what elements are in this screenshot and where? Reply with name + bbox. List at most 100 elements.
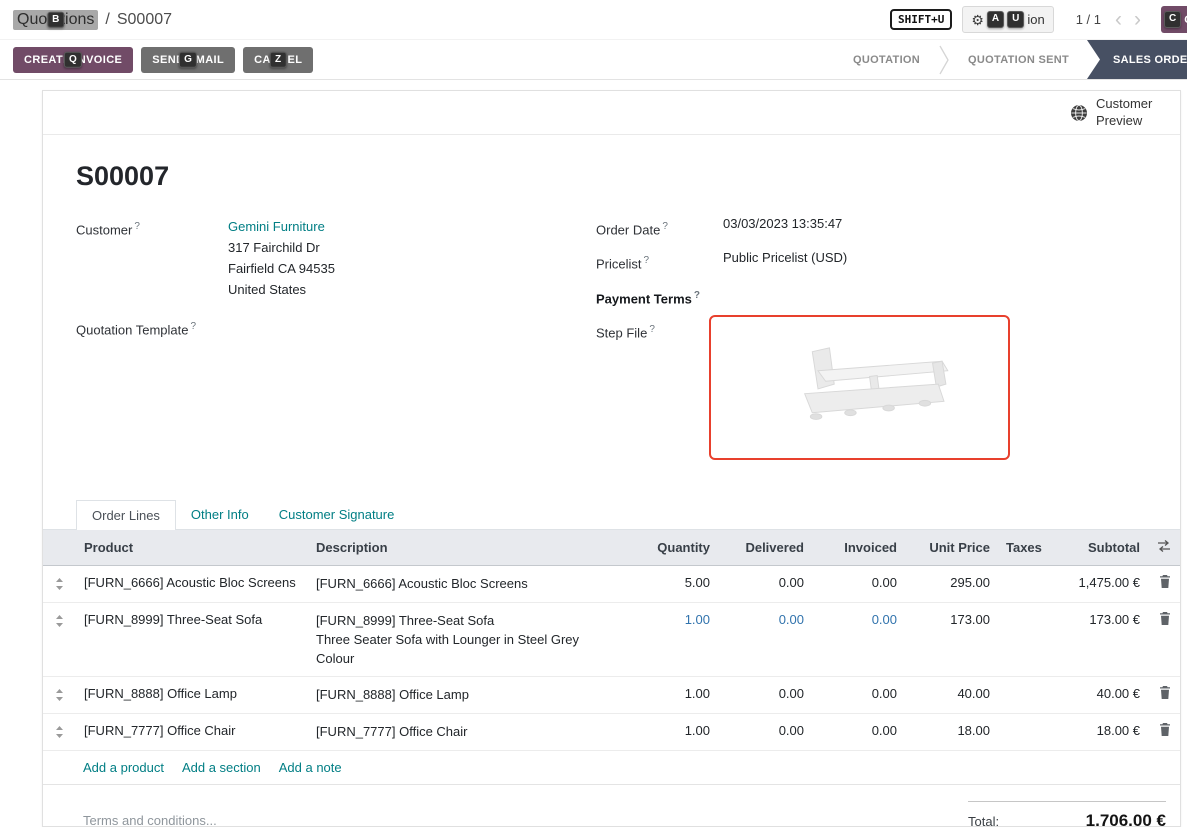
table-footer-links: Add a product Add a section Add a note xyxy=(43,751,1180,785)
drag-handle[interactable] xyxy=(43,713,76,750)
add-a-section-link[interactable]: Add a section xyxy=(182,760,261,775)
gear-icon: ⚙ xyxy=(971,13,984,27)
total-value: 1,706.00 € xyxy=(1086,811,1166,827)
customer-field-label: Customer? xyxy=(76,216,228,300)
unit-price-cell[interactable]: 295.00 xyxy=(905,565,998,602)
delivered-cell[interactable]: 0.00 xyxy=(718,565,812,602)
taxes-cell[interactable] xyxy=(998,565,1038,602)
drag-handle[interactable] xyxy=(43,565,76,602)
form-sheet: Customer Preview S00007 Customer? Gemini… xyxy=(42,90,1181,827)
unit-price-cell[interactable]: 40.00 xyxy=(905,676,998,713)
drag-handle-icon xyxy=(55,689,64,701)
optional-columns-icon xyxy=(1156,539,1172,553)
delivered-cell[interactable]: 0.00 xyxy=(718,602,812,676)
delete-row-button[interactable] xyxy=(1148,676,1181,713)
sheet-footer: Terms and conditions... Total: 1,706.00 … xyxy=(43,801,1180,827)
quantity-cell[interactable]: 5.00 xyxy=(626,565,718,602)
hint-badge-a: A xyxy=(987,11,1004,28)
invoiced-cell[interactable]: 0.00 xyxy=(812,676,905,713)
top-navbar-right: SHIFT+U ⚙ A U ion 1 / 1 ‹ › C CREATE xyxy=(890,6,1187,33)
unit-price-cell[interactable]: 173.00 xyxy=(905,602,998,676)
order-line-row[interactable]: [FURN_7777] Office Chair [FURN_7777] Off… xyxy=(43,713,1181,750)
invoiced-cell[interactable]: 0.00 xyxy=(812,602,905,676)
action-menu-button[interactable]: ⚙ A U ion xyxy=(962,6,1053,33)
trash-icon xyxy=(1159,612,1171,625)
order-date-value[interactable]: 03/03/2023 13:35:47 xyxy=(723,216,842,240)
description-line: [FURN_8999] Three-Seat Sofa xyxy=(316,611,618,630)
help-marker: ? xyxy=(191,321,197,332)
field-column-left: Customer? Gemini Furniture 317 Fairchild… xyxy=(76,216,596,470)
help-marker: ? xyxy=(134,221,140,232)
delete-row-button[interactable] xyxy=(1148,713,1181,750)
cancel-button[interactable]: CANCEL Z xyxy=(243,47,313,73)
field-quotation-template[interactable]: Quotation Template? xyxy=(76,316,596,340)
invoiced-cell[interactable]: 0.00 xyxy=(812,565,905,602)
delivered-cell[interactable]: 0.00 xyxy=(718,713,812,750)
description-cell[interactable]: [FURN_8999] Three-Seat Sofa Three Seater… xyxy=(308,602,626,676)
quantity-cell[interactable]: 1.00 xyxy=(626,676,718,713)
status-quotation[interactable]: QUOTATION xyxy=(835,40,938,79)
invoiced-cell[interactable]: 0.00 xyxy=(812,713,905,750)
status-quotation-sent[interactable]: QUOTATION SENT xyxy=(950,40,1087,79)
subtotal-cell: 173.00 € xyxy=(1038,602,1148,676)
header-unit-price: Unit Price xyxy=(905,530,998,566)
create-button[interactable]: C CREATE xyxy=(1161,6,1187,33)
breadcrumb: Quotations B / S00007 xyxy=(13,10,172,30)
breadcrumb-quotations-link[interactable]: Quotations B xyxy=(13,10,98,30)
customer-link[interactable]: Gemini Furniture xyxy=(228,216,335,237)
pricelist-value[interactable]: Public Pricelist (USD) xyxy=(723,250,847,274)
product-cell[interactable]: [FURN_6666] Acoustic Bloc Screens xyxy=(76,565,308,602)
customer-address-line1: 317 Fairchild Dr xyxy=(228,237,335,258)
step-file-preview[interactable] xyxy=(709,315,1010,460)
field-payment-terms[interactable]: Payment Terms? xyxy=(596,285,1166,309)
header-options[interactable] xyxy=(1148,530,1181,566)
field-column-right: Order Date? 03/03/2023 13:35:47 Pricelis… xyxy=(596,216,1166,470)
customer-preview-button[interactable]: Customer Preview xyxy=(43,91,1180,135)
product-cell[interactable]: [FURN_7777] Office Chair xyxy=(76,713,308,750)
taxes-cell[interactable] xyxy=(998,676,1038,713)
order-line-row[interactable]: [FURN_8888] Office Lamp [FURN_8888] Offi… xyxy=(43,676,1181,713)
send-email-button[interactable]: SEND EMAIL G xyxy=(141,47,235,73)
delete-row-button[interactable] xyxy=(1148,565,1181,602)
tab-other-info[interactable]: Other Info xyxy=(176,500,264,529)
pager-next-button[interactable]: › xyxy=(1128,9,1147,30)
add-a-note-link[interactable]: Add a note xyxy=(279,760,342,775)
header-delivered: Delivered xyxy=(718,530,812,566)
hint-badge-q: Q xyxy=(64,51,82,68)
status-sales-order[interactable]: SALES ORDER xyxy=(1087,40,1187,79)
page-title: S00007 xyxy=(76,161,1166,192)
product-cell[interactable]: [FURN_8888] Office Lamp xyxy=(76,676,308,713)
description-cell[interactable]: [FURN_6666] Acoustic Bloc Screens xyxy=(308,565,626,602)
taxes-cell[interactable] xyxy=(998,602,1038,676)
pager-previous-button[interactable]: ‹ xyxy=(1109,9,1128,30)
product-cell[interactable]: [FURN_8999] Three-Seat Sofa xyxy=(76,602,308,676)
hint-badge-b: B xyxy=(47,11,64,28)
statusbar: QUOTATION QUOTATION SENT SALES ORDER xyxy=(835,40,1187,79)
header-quantity: Quantity xyxy=(626,530,718,566)
description-cell[interactable]: [FURN_8888] Office Lamp xyxy=(308,676,626,713)
field-grid: Customer? Gemini Furniture 317 Fairchild… xyxy=(76,216,1166,470)
order-line-row[interactable]: [FURN_6666] Acoustic Bloc Screens [FURN_… xyxy=(43,565,1181,602)
taxes-cell[interactable] xyxy=(998,713,1038,750)
add-a-product-link[interactable]: Add a product xyxy=(83,760,164,775)
tab-customer-signature[interactable]: Customer Signature xyxy=(264,500,410,529)
header-handle xyxy=(43,530,76,566)
subtotal-cell: 40.00 € xyxy=(1038,676,1148,713)
create-invoice-button[interactable]: CREATE INVOICE Q xyxy=(13,47,133,73)
delivered-cell[interactable]: 0.00 xyxy=(718,676,812,713)
tab-order-lines[interactable]: Order Lines xyxy=(76,500,176,530)
drag-handle[interactable] xyxy=(43,602,76,676)
order-line-row[interactable]: [FURN_8999] Three-Seat Sofa [FURN_8999] … xyxy=(43,602,1181,676)
unit-price-cell[interactable]: 18.00 xyxy=(905,713,998,750)
terms-and-conditions-field[interactable]: Terms and conditions... xyxy=(83,813,217,827)
description-cell[interactable]: [FURN_7777] Office Chair xyxy=(308,713,626,750)
total-label: Total: xyxy=(968,814,999,827)
drag-handle[interactable] xyxy=(43,676,76,713)
drag-handle-icon xyxy=(55,578,64,590)
quantity-cell[interactable]: 1.00 xyxy=(626,602,718,676)
delete-row-button[interactable] xyxy=(1148,602,1181,676)
description-line: [FURN_7777] Office Chair xyxy=(316,722,618,741)
description-line: [FURN_8888] Office Lamp xyxy=(316,685,618,704)
breadcrumb-separator: / xyxy=(105,11,109,29)
quantity-cell[interactable]: 1.00 xyxy=(626,713,718,750)
